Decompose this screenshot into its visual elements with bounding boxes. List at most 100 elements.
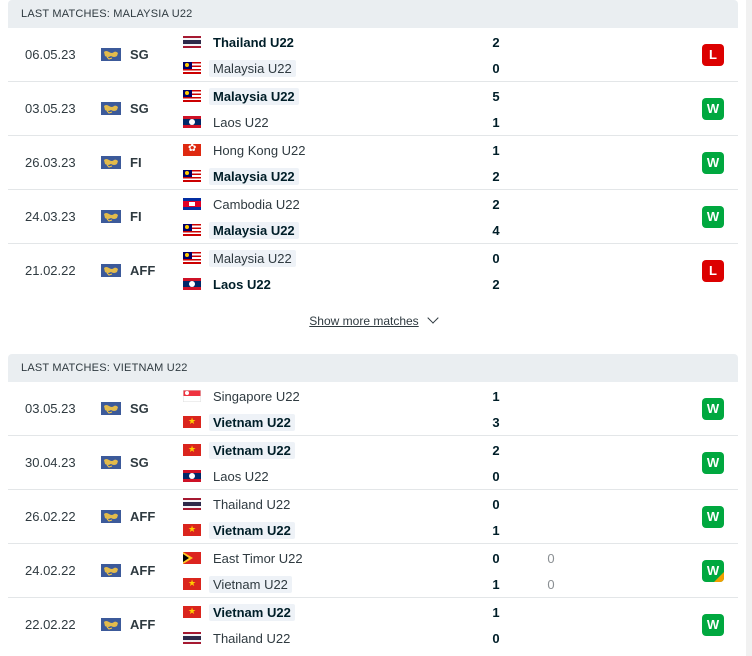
away-penalty-score: 0 — [547, 577, 555, 592]
match-row[interactable]: 24.02.22 AFF East Timor U22 Vietnam U22 0 1 0 0… — [8, 544, 738, 598]
away-team[interactable]: Malaysia U22 — [183, 221, 299, 239]
result-letter: W — [706, 509, 720, 524]
match-date: 24.03.23 — [25, 209, 76, 224]
home-score: 0 — [492, 251, 500, 266]
world-flag-icon — [101, 156, 121, 169]
world-flag-icon — [101, 456, 121, 469]
match-list: 03.05.23SGSingapore U22Vietnam U2213W30.… — [8, 382, 738, 651]
away-score: 4 — [492, 223, 500, 238]
match-row[interactable]: 03.05.23 SG Malaysia U22 Laos U22 5 1 W — [8, 82, 738, 136]
away-team[interactable]: Thailand U22 — [183, 629, 294, 647]
team-name[interactable]: Vietnam U22 — [209, 521, 295, 539]
team-name[interactable]: Malaysia U22 — [209, 59, 296, 77]
section-malaysia-last-matches: LAST MATCHES: MALAYSIA U22 06.05.23 SG Tha… — [8, 0, 738, 297]
league-code: FI — [130, 155, 142, 170]
league-code: SG — [130, 401, 149, 416]
match-row[interactable]: 21.02.22 AFF Malaysia U22 Laos U22 0 2 L — [8, 244, 738, 297]
home-team[interactable]: Singapore U22 — [183, 387, 304, 405]
show-more-label[interactable]: Show more matches — [309, 314, 418, 328]
result-letter: W — [706, 617, 720, 632]
away-team[interactable]: Malaysia U22 — [183, 59, 296, 77]
team-name[interactable]: Malaysia U22 — [209, 221, 299, 239]
match-row[interactable]: 26.03.23 FI Hong Kong U22 Malaysia U22 1 2 W — [8, 136, 738, 190]
match-date: 03.05.23 — [25, 401, 76, 416]
away-team[interactable]: Laos U22 — [183, 467, 273, 485]
team-name[interactable]: Vietnam U22 — [209, 575, 292, 593]
team-name[interactable]: Malaysia U22 — [209, 87, 299, 105]
league-code: AFF — [130, 509, 156, 524]
team-name[interactable]: Vietnam U22 — [209, 441, 295, 459]
sg-flag-icon — [183, 390, 201, 402]
away-score: 1 — [492, 115, 500, 130]
match-row[interactable]: 24.03.23 FI Cambodia U22 Malaysia U22 2 4 W — [8, 190, 738, 244]
team-name[interactable]: Thailand U22 — [209, 630, 294, 647]
team-name[interactable]: Hong Kong U22 — [209, 142, 310, 159]
world-flag-icon — [101, 102, 121, 115]
my-flag-icon — [183, 170, 201, 182]
team-name[interactable]: East Timor U22 — [209, 550, 307, 567]
home-team[interactable]: East Timor U22 — [183, 549, 307, 567]
match-date: 22.02.22 — [25, 617, 76, 632]
home-team[interactable]: Vietnam U22 — [183, 441, 295, 459]
kh-flag-icon — [183, 198, 201, 210]
team-name[interactable]: Malaysia U22 — [209, 167, 299, 185]
league-code: FI — [130, 209, 142, 224]
match-row[interactable]: 03.05.23 SG Singapore U22 Vietnam U22 1 3 W — [8, 382, 738, 436]
la-flag-icon — [183, 278, 201, 290]
show-more-matches-button[interactable]: Show more matches — [8, 303, 738, 339]
team-name[interactable]: Laos U22 — [209, 468, 273, 485]
home-score: 1 — [492, 389, 500, 404]
away-team[interactable]: Laos U22 — [183, 275, 275, 293]
my-flag-icon — [183, 90, 201, 102]
team-name[interactable]: Malaysia U22 — [209, 249, 296, 267]
my-flag-icon — [183, 62, 201, 74]
result-letter: L — [709, 263, 717, 278]
hk-flag-icon — [183, 144, 201, 156]
team-name[interactable]: Singapore U22 — [209, 388, 304, 405]
team-name[interactable]: Laos U22 — [209, 114, 273, 131]
home-team[interactable]: Cambodia U22 — [183, 195, 304, 213]
away-team[interactable]: Laos U22 — [183, 113, 273, 131]
away-team[interactable]: Vietnam U22 — [183, 413, 295, 431]
home-team[interactable]: Malaysia U22 — [183, 249, 296, 267]
team-name[interactable]: Thailand U22 — [209, 34, 298, 51]
team-name[interactable]: Vietnam U22 — [209, 413, 295, 431]
home-penalty-score: 0 — [547, 551, 555, 566]
world-flag-icon — [101, 510, 121, 523]
home-team[interactable]: Hong Kong U22 — [183, 141, 310, 159]
home-score: 2 — [492, 197, 500, 212]
team-name[interactable]: Vietnam U22 — [209, 603, 295, 621]
team-name[interactable]: Thailand U22 — [209, 496, 294, 513]
result-letter: W — [706, 455, 720, 470]
result-badge: W — [702, 614, 724, 636]
world-flag-icon — [101, 402, 121, 415]
tl-flag-icon — [183, 552, 201, 564]
vn-flag-icon — [183, 606, 201, 618]
team-name[interactable]: Cambodia U22 — [209, 196, 304, 213]
result-letter: W — [706, 101, 720, 116]
th-flag-icon — [183, 632, 201, 644]
la-flag-icon — [183, 116, 201, 128]
away-score: 0 — [492, 631, 500, 646]
league-code: AFF — [130, 563, 156, 578]
home-score: 0 — [492, 551, 500, 566]
away-score: 0 — [492, 469, 500, 484]
home-score: 1 — [492, 605, 500, 620]
home-team[interactable]: Thailand U22 — [183, 33, 298, 51]
chevron-down-icon[interactable] — [427, 312, 439, 324]
team-name[interactable]: Laos U22 — [209, 276, 275, 293]
away-score: 1 — [492, 577, 500, 592]
result-badge: W — [702, 452, 724, 474]
scrollbar[interactable] — [746, 0, 752, 656]
vn-flag-icon — [183, 524, 201, 536]
home-team[interactable]: Malaysia U22 — [183, 87, 299, 105]
away-team[interactable]: Vietnam U22 — [183, 521, 295, 539]
home-team[interactable]: Thailand U22 — [183, 495, 294, 513]
match-row[interactable]: 22.02.22 AFF Vietnam U22 Thailand U22 1 0 W — [8, 598, 738, 651]
away-team[interactable]: Vietnam U22 — [183, 575, 292, 593]
match-row[interactable]: 30.04.23 SG Vietnam U22 Laos U22 2 0 W — [8, 436, 738, 490]
home-team[interactable]: Vietnam U22 — [183, 603, 295, 621]
match-row[interactable]: 06.05.23 SG Thailand U22 Malaysia U22 2 0 L — [8, 28, 738, 82]
away-team[interactable]: Malaysia U22 — [183, 167, 299, 185]
match-row[interactable]: 26.02.22 AFF Thailand U22 Vietnam U22 0 1 W — [8, 490, 738, 544]
